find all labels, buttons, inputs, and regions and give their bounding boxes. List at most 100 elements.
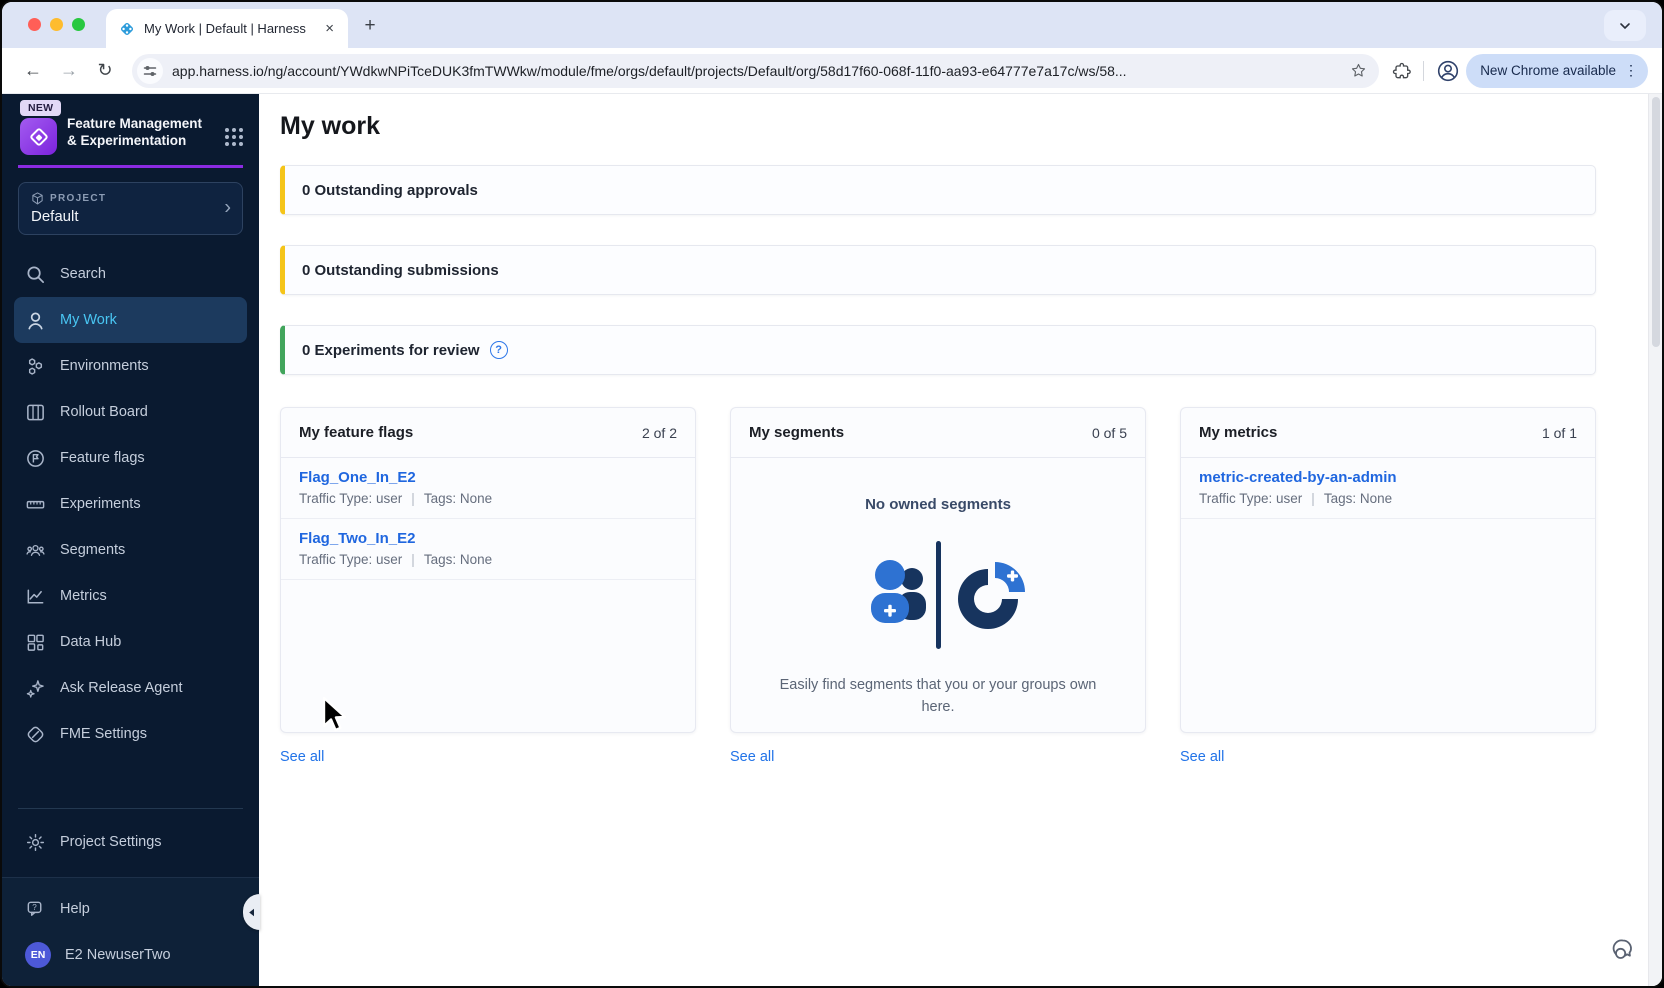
sidebar-nav: Search My Work Environments Rollout Boar… <box>2 251 259 757</box>
chevron-left-icon <box>249 908 254 916</box>
sidebar-header: NEW Feature Management & Experimentation <box>2 94 259 155</box>
tab-search-chevron-icon[interactable] <box>1604 10 1646 41</box>
extensions-icon[interactable] <box>1391 61 1411 81</box>
flag-link[interactable]: Flag_One_In_E2 <box>299 469 416 486</box>
see-all-link-feature-flags[interactable]: See all <box>280 749 324 765</box>
browser-menu-icon[interactable]: ⋮ <box>1622 62 1640 79</box>
site-settings-icon[interactable] <box>137 57 163 84</box>
see-all-link-metrics[interactable]: See all <box>1180 749 1224 765</box>
flag-meta: Traffic Type: user | Tags: None <box>299 491 677 506</box>
sidebar-item-rollout-board[interactable]: Rollout Board <box>14 389 247 435</box>
help-icon[interactable]: ? <box>489 341 508 359</box>
empty-state-title: No owned segments <box>865 496 1011 513</box>
sidebar-item-label: Ask Release Agent <box>60 680 183 696</box>
banner-text: 0 Outstanding submissions <box>302 261 499 279</box>
card-title: My feature flags <box>299 424 414 441</box>
banner-text: 0 Experiments for review <box>302 341 480 359</box>
sidebar-item-project-settings[interactable]: Project Settings <box>14 819 247 865</box>
new-badge: NEW <box>20 100 62 116</box>
sidebar-item-label: Rollout Board <box>60 404 148 420</box>
sidebar-item-label: Project Settings <box>60 834 162 850</box>
metrics-column: My metrics 1 of 1 metric-created-by-an-a… <box>1180 407 1596 765</box>
bookmark-star-icon[interactable] <box>1350 62 1367 79</box>
card-count: 2 of 2 <box>641 424 677 441</box>
module-switcher-grid-icon[interactable] <box>223 126 245 148</box>
profile-icon[interactable] <box>1436 59 1460 83</box>
cube-icon <box>32 192 43 205</box>
list-item: Flag_One_In_E2 Traffic Type: user | Tags… <box>281 458 695 519</box>
search-icon <box>27 265 44 283</box>
page-content: NEW Feature Management & Experimentation <box>2 94 1662 986</box>
gear-icon <box>26 833 45 851</box>
metric-link[interactable]: metric-created-by-an-admin <box>1199 469 1397 486</box>
scrollbar-thumb[interactable] <box>1652 97 1660 347</box>
reload-button[interactable]: ↻ <box>90 56 120 86</box>
metric-meta: Traffic Type: user | Tags: None <box>1199 491 1577 506</box>
sidebar-item-search[interactable]: Search <box>14 251 247 297</box>
flag-link[interactable]: Flag_Two_In_E2 <box>299 530 415 547</box>
browser-toolbar: ← → ↻ app.harness.io/ng/account/YWdkwNPi… <box>2 48 1662 94</box>
tab-strip: My Work | Default | Harness × + <box>2 2 1662 48</box>
traffic-type: Traffic Type: user <box>299 552 403 567</box>
traffic-type: Traffic Type: user <box>1199 491 1303 506</box>
sidebar-footer: ? Help EN E2 NewuserTwo <box>2 877 259 986</box>
chevron-right-icon: › <box>224 196 231 219</box>
project-selector[interactable]: PROJECT Default › <box>18 182 243 235</box>
minimize-window-button[interactable] <box>50 18 63 31</box>
sidebar-item-label: Metrics <box>60 588 107 604</box>
browser-tab[interactable]: My Work | Default | Harness × <box>106 9 348 48</box>
sidebar-item-help[interactable]: ? Help <box>14 886 247 932</box>
new-tab-button[interactable]: + <box>358 14 382 38</box>
sparkles-icon <box>26 679 44 698</box>
toolbar-divider <box>1423 60 1425 81</box>
help-chat-icon: ? <box>27 901 42 916</box>
see-all-link-segments[interactable]: See all <box>730 749 774 765</box>
vertical-scrollbar[interactable] <box>1648 94 1662 986</box>
sidebar-item-environments[interactable]: Environments <box>14 343 247 389</box>
sidebar-user[interactable]: EN E2 NewuserTwo <box>14 932 247 978</box>
sidebar-item-label: Environments <box>60 358 149 374</box>
metrics-icon <box>27 589 44 603</box>
sidebar-item-ask-release-agent[interactable]: Ask Release Agent <box>14 665 247 711</box>
forward-button[interactable]: → <box>54 56 84 86</box>
sidebar-item-fme-settings[interactable]: FME Settings <box>14 711 247 757</box>
approvals-banner[interactable]: 0 Outstanding approvals <box>280 165 1596 215</box>
summary-cards: My feature flags 2 of 2 Flag_One_In_E2 T… <box>280 407 1596 765</box>
sidebar-item-feature-flags[interactable]: Feature flags <box>14 435 247 481</box>
chevron-down-icon <box>1620 22 1630 29</box>
sidebar-item-label: Segments <box>60 542 126 558</box>
data-hub-icon <box>27 634 44 651</box>
list-item: Flag_Two_In_E2 Traffic Type: user | Tags… <box>281 519 695 580</box>
submissions-banner[interactable]: 0 Outstanding submissions <box>280 245 1596 295</box>
user-name: E2 NewuserTwo <box>65 947 171 963</box>
segments-icon <box>26 544 45 556</box>
flag-meta: Traffic Type: user | Tags: None <box>299 552 677 567</box>
meta-separator: | <box>1311 491 1315 506</box>
address-bar[interactable]: app.harness.io/ng/account/YWdkwNPiTceDUK… <box>132 53 1380 88</box>
sidebar-item-data-hub[interactable]: Data Hub <box>14 619 247 665</box>
feature-flags-column: My feature flags 2 of 2 Flag_One_In_E2 T… <box>280 407 696 765</box>
sidebar-item-segments[interactable]: Segments <box>14 527 247 573</box>
url-text[interactable]: app.harness.io/ng/account/YWdkwNPiTceDUK… <box>172 63 1341 79</box>
zoom-window-button[interactable] <box>72 18 85 31</box>
card-count: 0 of 5 <box>1091 424 1127 441</box>
sidebar-item-my-work[interactable]: My Work <box>14 297 247 343</box>
experiments-review-banner[interactable]: 0 Experiments for review ? <box>280 325 1596 375</box>
project-name: Default <box>31 208 79 225</box>
sidebar-item-metrics[interactable]: Metrics <box>14 573 247 619</box>
meta-separator: | <box>411 552 415 567</box>
support-chat-icon[interactable] <box>1612 934 1640 962</box>
card-title: My segments <box>749 424 845 441</box>
close-window-button[interactable] <box>28 18 41 31</box>
project-label: PROJECT <box>50 193 107 204</box>
sidebar-item-experiments[interactable]: Experiments <box>14 481 247 527</box>
avatar: EN <box>25 942 51 968</box>
sidebar-item-label: Help <box>60 901 90 917</box>
tags: Tags: None <box>423 491 493 506</box>
segments-empty-illustration <box>871 541 1025 649</box>
fme-logo-icon <box>20 118 57 155</box>
chrome-update-button[interactable]: New Chrome available ⋮ <box>1466 53 1648 88</box>
back-button[interactable]: ← <box>18 56 48 86</box>
svg-text:?: ? <box>32 903 37 912</box>
tab-close-icon[interactable]: × <box>321 20 338 37</box>
